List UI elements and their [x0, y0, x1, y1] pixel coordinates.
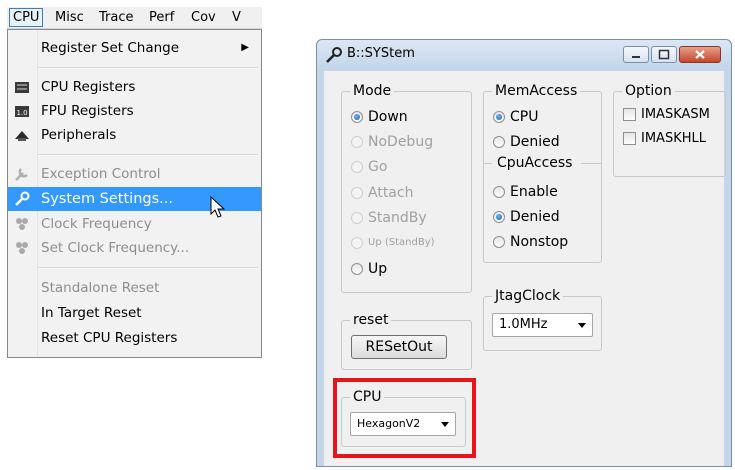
menu-separator [38, 67, 258, 69]
menu-item-label: Standalone Reset [41, 280, 160, 296]
chevron-down-icon [578, 323, 586, 328]
group-divider [484, 163, 492, 164]
menu-separator [38, 154, 258, 156]
menu-item-cpu-registers[interactable]: CPU Registers [8, 75, 261, 99]
radio-label: Attach [368, 185, 414, 201]
group-label: Mode [350, 83, 395, 99]
memaccess-group: MemAccess CPU Denied CpuAccess Enable De… [483, 83, 602, 263]
radio-label: CPU [510, 109, 539, 125]
submenu-arrow-icon: ▶ [241, 42, 249, 53]
radio-label: Down [368, 109, 408, 125]
resetout-button[interactable]: RESetOut [351, 335, 447, 359]
exception-control-icon [14, 166, 30, 182]
wrench-icon [14, 191, 30, 207]
menu-item-exception-control[interactable]: Exception Control [8, 162, 261, 186]
group-label: Option [622, 83, 675, 99]
menu-bar: CPU Misc Trace Perf Cov V [7, 7, 262, 29]
menu-item-label: In Target Reset [41, 305, 142, 321]
menu-cov[interactable]: Cov [188, 9, 219, 26]
menu-cpu[interactable]: CPU [9, 8, 44, 27]
radio-label: NoDebug [368, 134, 434, 150]
menu-item-label: CPU Registers [41, 79, 136, 95]
menu-item-label: Set Clock Frequency... [41, 240, 190, 256]
menu-item-in-target-reset[interactable]: In Target Reset [8, 301, 261, 325]
group-divider [581, 163, 601, 164]
group-label: MemAccess [492, 83, 581, 99]
svg-text:1.0: 1.0 [17, 109, 28, 117]
minimize-button[interactable] [623, 46, 649, 63]
peripherals-icon [14, 127, 30, 143]
group-label: JtagClock [492, 288, 564, 304]
menu-item-label: Exception Control [41, 166, 161, 182]
dropdown-value: 1.0MHz [499, 317, 548, 332]
window-title: B::SYStem [347, 46, 415, 61]
menu-item-standalone-reset[interactable]: Standalone Reset [8, 276, 261, 300]
cpu-dropdown-menu: Register Set Change ▶ CPU Registers 1.0 … [7, 29, 262, 358]
group-label: CpuAccess [494, 155, 576, 171]
jtagclock-dropdown[interactable]: 1.0MHz [492, 313, 593, 337]
menu-item-label: Register Set Change [41, 40, 180, 56]
radio-label: Denied [510, 209, 560, 225]
radio-label: StandBy [368, 210, 427, 226]
window-titlebar[interactable]: B::SYStem [317, 40, 731, 70]
wrench-icon [325, 46, 343, 64]
checkbox-label: IMASKASM [641, 107, 710, 122]
menu-trace[interactable]: Trace [96, 9, 137, 26]
highlight-box [333, 378, 476, 458]
menu-misc[interactable]: Misc [52, 9, 87, 26]
menu-item-set-clock-frequency[interactable]: Set Clock Frequency... [8, 236, 261, 260]
reset-group: reset RESetOut [341, 312, 472, 370]
jtagclock-group: JtagClock 1.0MHz [483, 288, 602, 351]
radio-label: Nonstop [510, 234, 569, 250]
set-clock-frequency-icon [14, 240, 30, 256]
mode-group: Mode Down NoDebug Go Attach StandBy Up (… [341, 83, 472, 293]
radio-label: Enable [510, 184, 558, 200]
menu-v[interactable]: V [229, 9, 244, 26]
radio-label: Up (StandBy) [368, 237, 435, 248]
fpu-registers-icon: 1.0 [14, 103, 30, 119]
radio-label: Denied [510, 134, 560, 150]
group-label: reset [350, 312, 392, 328]
menu-item-reset-cpu-registers[interactable]: Reset CPU Registers [8, 326, 261, 350]
menu-item-register-set-change[interactable]: Register Set Change ▶ [8, 36, 261, 60]
menu-perf[interactable]: Perf [146, 9, 177, 26]
menu-separator [38, 267, 258, 269]
radio-label: Up [368, 261, 388, 277]
menu-item-fpu-registers[interactable]: 1.0 FPU Registers [8, 99, 261, 123]
maximize-button[interactable] [651, 46, 677, 63]
close-button[interactable] [679, 46, 721, 63]
cpu-registers-icon [14, 79, 30, 95]
menu-item-label: System Settings... [41, 191, 173, 207]
checkbox-label: IMASKHLL [641, 131, 706, 146]
option-group: Option IMASKASM IMASKHLL [613, 83, 726, 177]
menu-item-label: FPU Registers [41, 103, 134, 119]
menu-item-label: Peripherals [41, 127, 117, 143]
mouse-pointer-icon [210, 195, 230, 220]
radio-label: Go [368, 159, 388, 175]
clock-frequency-icon [14, 216, 30, 232]
menu-item-label: Reset CPU Registers [41, 330, 178, 346]
menu-item-label: Clock Frequency [41, 216, 152, 232]
menu-item-peripherals[interactable]: Peripherals [8, 123, 261, 147]
